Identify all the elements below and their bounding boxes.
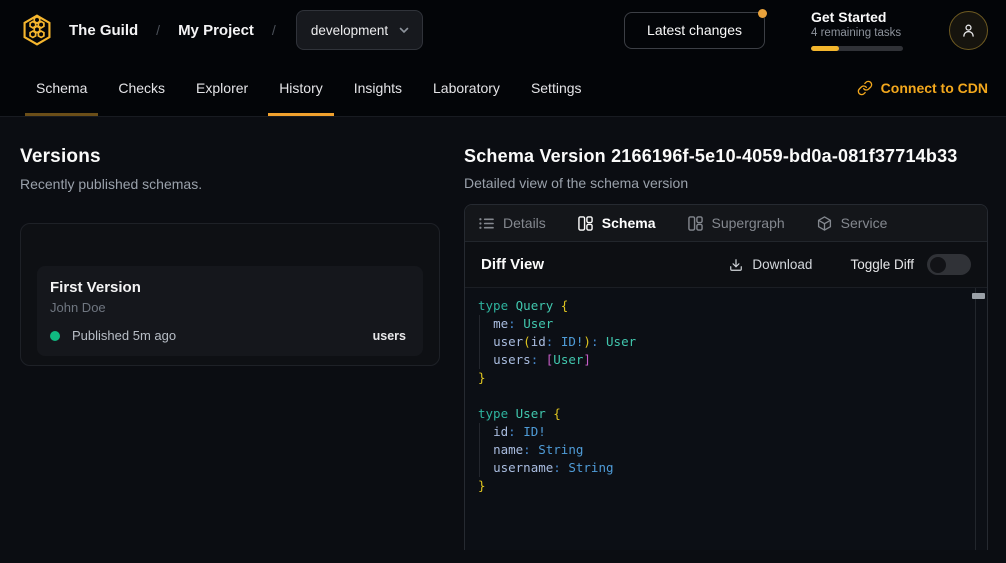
tab-service[interactable]: Service [817,215,888,231]
link-icon [857,80,873,96]
chevron-down-icon [398,24,410,36]
download-button[interactable]: Download [729,257,812,272]
breadcrumb-org[interactable]: The Guild [69,22,138,39]
tab-label: History [279,80,323,96]
code-scrollbar-track [975,288,976,550]
tab-schema-view[interactable]: Schema [578,215,656,231]
version-meta-row: Published 5m ago users [50,328,406,343]
connect-to-cdn-link[interactable]: Connect to CDN [857,60,988,116]
tab-history[interactable]: History [268,60,334,116]
tab-label: Supergraph [712,215,785,231]
tab-explorer[interactable]: Explorer [185,60,259,116]
versions-section: Versions Recently published schemas. Fir… [20,117,440,563]
latest-changes-button[interactable]: Latest changes [624,12,765,49]
user-avatar[interactable] [949,11,988,50]
version-author: John Doe [50,300,406,315]
cube-icon [817,216,832,231]
get-started-progress-fill [811,46,839,51]
version-service-badge: users [373,329,406,343]
columns-icon [578,216,593,231]
breadcrumb-separator: / [272,22,276,38]
versions-title: Versions [20,146,440,168]
tab-label: Insights [354,80,402,96]
tab-label: Settings [531,80,582,96]
toggle-diff-label: Toggle Diff [850,257,914,272]
published-status-icon [50,331,60,341]
schema-code-viewer[interactable]: type Query { me: User user(id: ID!): Use… [465,288,987,550]
columns-icon [688,216,703,231]
tab-label: Details [503,215,546,231]
latest-changes-label: Latest changes [647,22,742,38]
toggle-diff-switch[interactable] [927,254,971,275]
top-bar: The Guild / My Project / development Lat… [0,0,1006,60]
main-nav: Schema Checks Explorer History Insights … [0,60,1006,117]
tab-details[interactable]: Details [479,215,546,231]
tab-laboratory[interactable]: Laboratory [422,60,511,116]
schema-version-subtitle: Detailed view of the schema version [464,175,988,191]
get-started-progress-track [811,46,903,51]
breadcrumb: The Guild / My Project / development [69,10,423,50]
notification-dot [758,9,767,18]
versions-list: First Version John Doe Published 5m ago … [20,223,440,366]
tab-label: Schema [36,80,87,96]
tab-label: Service [841,215,888,231]
download-label: Download [752,257,812,272]
breadcrumb-separator: / [156,22,160,38]
nav-tabs: Schema Checks Explorer History Insights … [25,60,602,116]
schema-version-detail: Schema Version 2166196f-5e10-4059-bd0a-0… [464,117,988,563]
get-started-title: Get Started [811,9,903,25]
version-status: Published 5m ago [72,328,176,343]
download-icon [729,258,743,272]
version-title: First Version [50,279,406,296]
schema-version-title: Schema Version 2166196f-5e10-4059-bd0a-0… [464,146,988,167]
connect-to-cdn-label: Connect to CDN [881,80,988,96]
tab-label: Laboratory [433,80,500,96]
tab-label: Schema [602,215,656,231]
schema-version-panel: Details Schema [464,204,988,550]
get-started-subtitle: 4 remaining tasks [811,27,903,39]
diff-view-actions: Download Toggle Diff [729,254,971,275]
topbar-right: Latest changes Get Started 4 remaining t… [624,9,988,51]
get-started-widget[interactable]: Get Started 4 remaining tasks [811,9,903,51]
diff-view-title: Diff View [481,256,544,273]
versions-subtitle: Recently published schemas. [20,176,440,192]
target-select[interactable]: development [296,10,423,50]
content: Versions Recently published schemas. Fir… [0,117,1006,563]
person-icon [960,22,977,39]
tab-schema[interactable]: Schema [25,60,98,116]
tab-checks[interactable]: Checks [107,60,176,116]
tab-supergraph[interactable]: Supergraph [688,215,785,231]
tab-insights[interactable]: Insights [343,60,413,116]
tab-label: Explorer [196,80,248,96]
list-icon [479,216,494,231]
breadcrumb-project[interactable]: My Project [178,22,254,39]
hive-logo-icon[interactable] [20,13,54,47]
version-card[interactable]: First Version John Doe Published 5m ago … [37,266,423,356]
panel-tabs: Details Schema [465,205,987,242]
tab-settings[interactable]: Settings [520,60,593,116]
target-select-value: development [311,23,388,38]
code-block: type Query { me: User user(id: ID!): Use… [478,297,967,495]
tab-label: Checks [118,80,165,96]
code-scrollbar-thumb[interactable] [972,293,985,299]
diff-view-header: Diff View Download Toggle Diff [465,242,987,288]
toggle-knob [930,257,946,273]
